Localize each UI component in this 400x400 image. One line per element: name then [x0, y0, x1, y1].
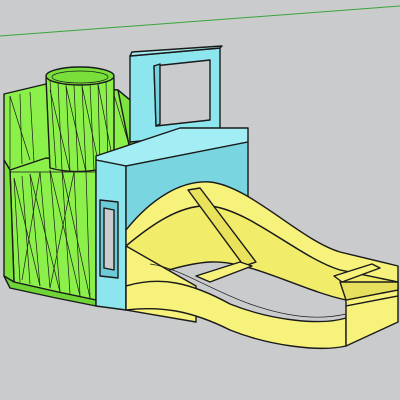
green-axis-line	[0, 5, 400, 37]
cylinder-top-rim	[45, 66, 115, 86]
holder-lower-body	[9, 157, 97, 301]
handle-frame-hole	[153, 59, 211, 127]
model-canvas[interactable]	[0, 0, 400, 400]
tray-divider-middle	[195, 261, 253, 283]
3d-viewport[interactable]	[0, 0, 400, 400]
curved-tray-part[interactable]	[125, 181, 399, 349]
center-block-slot-inner	[103, 207, 115, 271]
